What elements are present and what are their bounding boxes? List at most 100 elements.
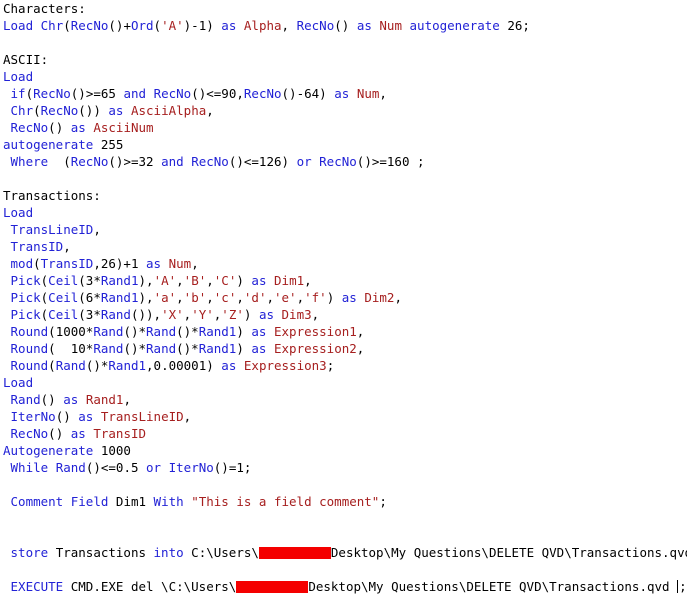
code-token: ()>=32 <box>108 154 162 169</box>
code-line[interactable]: IterNo() as TransLineID, <box>0 408 687 425</box>
code-line[interactable]: Pick(Ceil(3*Rand1),'A','B','C') as Dim1, <box>0 272 687 289</box>
code-token: , <box>183 409 192 424</box>
code-token: ()<=90, <box>191 86 244 101</box>
code-token: Num <box>379 18 402 33</box>
code-token: Expression1 <box>274 324 357 339</box>
code-token: ; <box>379 494 387 509</box>
code-line[interactable]: RecNo() as TransID <box>0 425 687 442</box>
code-token: Load <box>3 69 34 84</box>
code-line[interactable]: autogenerate 255 <box>0 136 687 153</box>
code-line[interactable] <box>0 510 687 527</box>
code-token: C:\Users\ <box>183 545 259 560</box>
code-line[interactable]: ASCII: <box>0 51 687 68</box>
code-line[interactable]: Round(Rand()*Rand1,0.00001) as Expressio… <box>0 357 687 374</box>
code-token: RecNo <box>243 86 282 101</box>
code-token: RecNo <box>191 154 229 169</box>
code-token: , <box>206 273 214 288</box>
code-line[interactable] <box>0 561 687 578</box>
code-token: ()* <box>176 324 199 339</box>
code-token: autogenerate <box>3 137 94 152</box>
code-line[interactable]: if(RecNo()>=65 and RecNo()<=90,RecNo()-6… <box>0 85 687 102</box>
code-token: Round <box>10 324 49 339</box>
code-token: Alpha <box>243 18 282 33</box>
code-token: IterNo <box>10 409 56 424</box>
code-token: Rand1 <box>108 358 147 373</box>
code-token: ASCII: <box>3 52 49 67</box>
code-token: ( <box>25 86 34 101</box>
code-token: as <box>108 103 124 118</box>
code-line[interactable]: Comment Field Dim1 With "This is a field… <box>0 493 687 510</box>
code-line[interactable] <box>0 476 687 493</box>
code-line[interactable]: While Rand()<=0.5 or IterNo()=1; <box>0 459 687 476</box>
code-line[interactable]: Characters: <box>0 0 687 17</box>
code-token: ()+ <box>108 18 131 33</box>
code-token: , <box>394 290 402 305</box>
code-token: as <box>70 426 86 441</box>
code-token: , <box>236 290 244 305</box>
code-line[interactable]: Pick(Ceil(6*Rand1),'a','b','c','d','e','… <box>0 289 687 306</box>
code-token: Pick <box>10 290 41 305</box>
code-line[interactable]: Load <box>0 374 687 391</box>
code-line[interactable]: RecNo() as AsciiNum <box>0 119 687 136</box>
code-line[interactable]: Round(1000*Rand()*Rand()*Rand1) as Expre… <box>0 323 687 340</box>
code-token: 'b' <box>183 290 207 305</box>
code-token: 'a' <box>153 290 177 305</box>
code-line[interactable] <box>0 170 687 187</box>
code-token: ( <box>153 18 162 33</box>
code-line[interactable]: Round( 10*Rand()*Rand()*Rand1) as Expres… <box>0 340 687 357</box>
code-token: ; <box>679 579 687 594</box>
code-token: ( <box>63 18 71 33</box>
code-line[interactable]: Autogenerate 1000 <box>0 442 687 459</box>
code-token: Ceil <box>48 307 79 322</box>
code-token: (1000* <box>48 324 94 339</box>
code-line[interactable]: mod(TransID,26)+1 as Num, <box>0 255 687 272</box>
code-token: ) <box>236 273 252 288</box>
code-line[interactable]: Chr(RecNo()) as AsciiAlpha, <box>0 102 687 119</box>
code-token: ,0.00001) <box>146 358 222 373</box>
code-token: () <box>48 120 71 135</box>
code-line[interactable]: Where (RecNo()>=32 and RecNo()<=126) or … <box>0 153 687 170</box>
code-line[interactable]: EXECUTE CMD.EXE del \C:\Users\ Desktop\My… <box>0 578 687 595</box>
code-line[interactable] <box>0 527 687 544</box>
code-token: Chr <box>40 18 64 33</box>
code-token: ( <box>48 154 71 169</box>
script-code-body[interactable]: Characters: Load Chr(RecNo()+Ord('A')-1) … <box>0 0 687 595</box>
code-token: ) <box>236 341 252 356</box>
code-line[interactable]: store Transactions into C:\Users\ Desktop… <box>0 544 687 561</box>
code-line[interactable]: Pick(Ceil(3*Rand()),'X','Y','Z') as Dim3… <box>0 306 687 323</box>
code-token: ), <box>138 273 154 288</box>
code-token: Dim1 <box>274 273 305 288</box>
code-line[interactable]: Transactions: <box>0 187 687 204</box>
code-token: , <box>296 290 305 305</box>
code-token: Pick <box>10 273 41 288</box>
code-line[interactable]: Rand() as Rand1, <box>0 391 687 408</box>
code-token: ()), <box>130 307 162 322</box>
code-line[interactable] <box>0 34 687 51</box>
code-line[interactable]: Load <box>0 204 687 221</box>
code-token: 'A' <box>161 18 184 33</box>
code-token: Num <box>168 256 192 271</box>
code-token: , <box>63 239 71 254</box>
script-editor-pane[interactable]: Characters: Load Chr(RecNo()+Ord('A')-1) … <box>0 0 687 594</box>
code-token: ()>=160 ; <box>356 154 425 169</box>
code-token: (3* <box>78 307 101 322</box>
code-line[interactable]: Load <box>0 68 687 85</box>
code-line[interactable]: TransLineID, <box>0 221 687 238</box>
code-line[interactable]: Load Chr(RecNo()+Ord('A')-1) as Alpha, R… <box>0 17 687 34</box>
code-token: Round <box>10 358 49 373</box>
code-token: TransLineID <box>100 409 184 424</box>
code-token: Dim3 <box>281 307 312 322</box>
code-line[interactable]: TransID, <box>0 238 687 255</box>
